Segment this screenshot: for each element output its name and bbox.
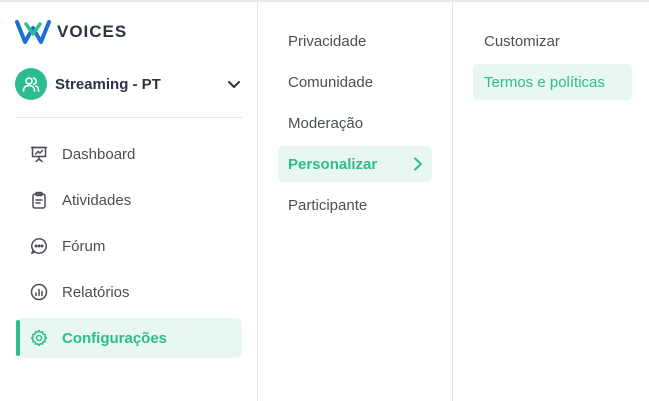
menu-item-label: Comunidade	[288, 73, 374, 91]
submenu-item-label: Termos e políticas	[484, 73, 605, 91]
menu-item-comunidade[interactable]: Comunidade	[278, 64, 432, 100]
workspace-switcher[interactable]: Streaming - PT	[15, 68, 243, 100]
menu-item-label: Moderação	[288, 114, 364, 132]
presentation-icon	[30, 145, 48, 163]
gear-icon	[30, 329, 48, 347]
menu-item-participante[interactable]: Participante	[278, 187, 432, 223]
chevron-down-icon[interactable]	[227, 77, 241, 91]
chevron-right-icon	[414, 157, 422, 171]
sidebar-item-label: Fórum	[62, 237, 106, 255]
menu-item-label: Privacidade	[288, 32, 367, 50]
sidebar-item-relatorios[interactable]: Relatórios	[16, 272, 242, 312]
sidebar-nav: Dashboard Atividades Fórum Relatórios Co…	[16, 134, 242, 364]
sidebar-item-label: Relatórios	[62, 283, 130, 301]
brand-logo[interactable]: VOICES	[15, 18, 127, 46]
submenu-item-label: Customizar	[484, 32, 560, 50]
clipboard-icon	[30, 191, 48, 209]
sidebar-item-forum[interactable]: Fórum	[16, 226, 242, 266]
sidebar-item-atividades[interactable]: Atividades	[16, 180, 242, 220]
personalize-menu: Customizar Termos e políticas	[453, 2, 649, 401]
chat-bubble-icon	[30, 237, 48, 255]
submenu-item-customizar[interactable]: Customizar	[473, 23, 632, 59]
menu-item-personalizar[interactable]: Personalizar	[278, 146, 432, 182]
sidebar-item-label: Dashboard	[62, 145, 136, 163]
chart-icon	[30, 283, 48, 301]
sidebar-item-dashboard[interactable]: Dashboard	[16, 134, 242, 174]
menu-item-label: Participante	[288, 196, 368, 214]
sidebar: VOICES Streaming - PT Dashboard Atividad…	[0, 2, 258, 401]
brand-name: VOICES	[57, 22, 128, 41]
menu-item-moderacao[interactable]: Moderação	[278, 105, 432, 141]
sidebar-item-label: Atividades	[62, 191, 132, 209]
workspace-name: Streaming - PT	[55, 75, 161, 93]
menu-item-privacidade[interactable]: Privacidade	[278, 23, 432, 59]
sidebar-divider	[15, 117, 242, 118]
users-icon	[15, 68, 47, 100]
voices-logo-icon	[15, 20, 51, 44]
settings-menu: Privacidade Comunidade Moderação Persona…	[258, 2, 453, 401]
menu-item-label: Personalizar	[288, 155, 378, 173]
sidebar-item-configuracoes[interactable]: Configurações	[16, 318, 242, 358]
sidebar-item-label: Configurações	[62, 329, 168, 347]
submenu-item-termos-e-politicas[interactable]: Termos e políticas	[473, 64, 632, 100]
